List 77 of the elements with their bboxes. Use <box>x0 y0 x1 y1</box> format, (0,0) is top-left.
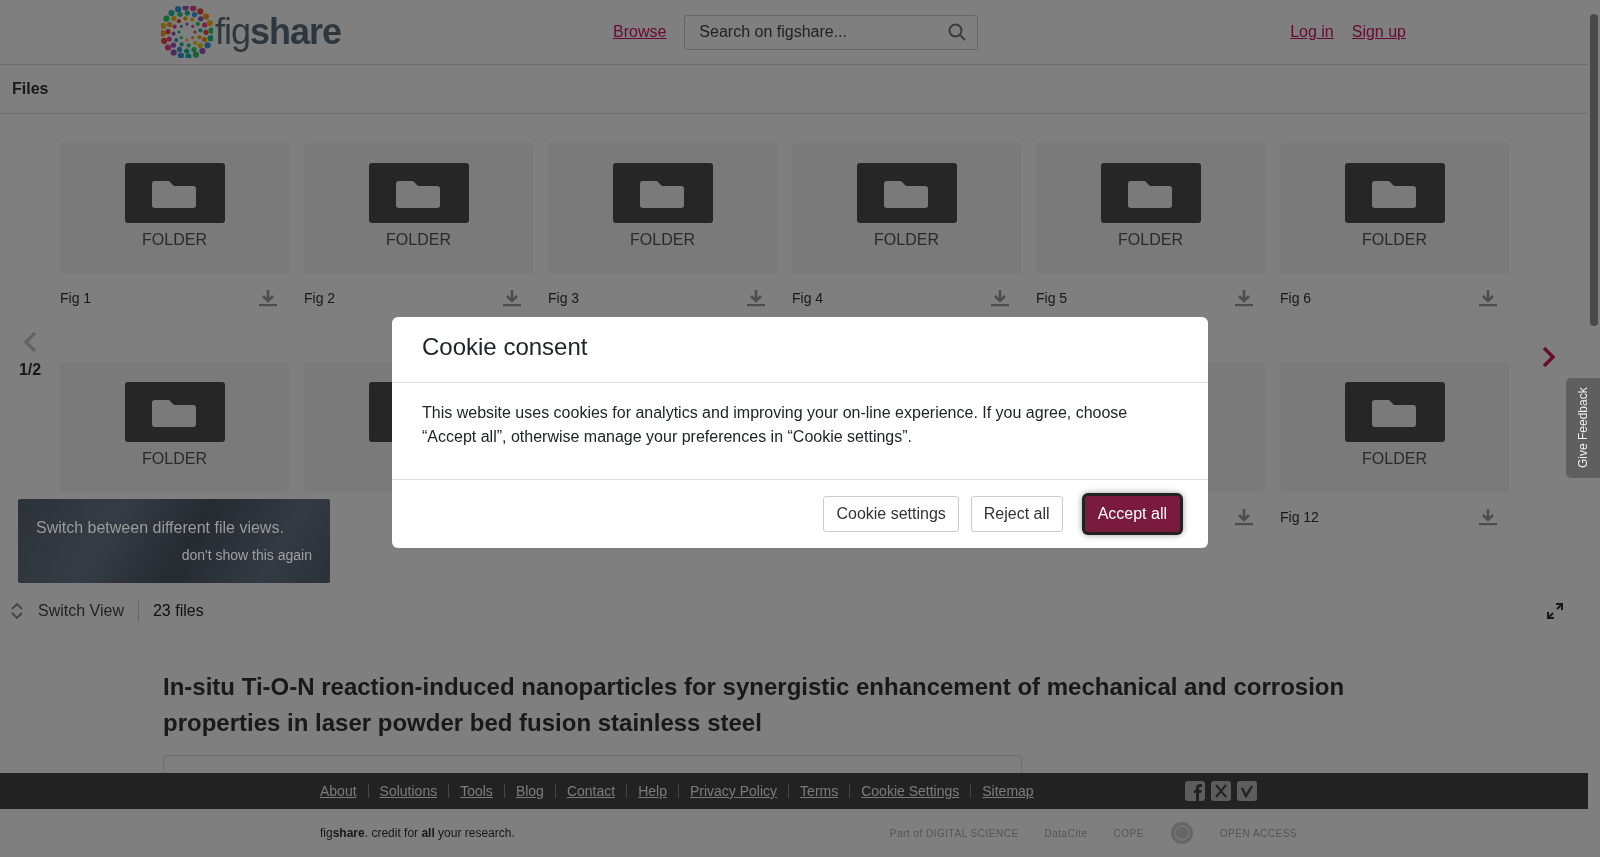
footer-link[interactable]: Contact <box>554 784 627 798</box>
dialog-button[interactable]: Accept all <box>1084 496 1180 532</box>
file-type-label: FOLDER <box>142 231 207 249</box>
download-icon[interactable] <box>1479 289 1497 307</box>
folder-tile[interactable]: FOLDER <box>548 143 777 274</box>
folder-icon <box>124 163 225 223</box>
folder-tile[interactable]: FOLDER <box>60 143 289 274</box>
file-name: Fig 3 <box>548 290 580 306</box>
social-icon[interactable] <box>1184 781 1205 801</box>
expand-icon[interactable] <box>1547 603 1563 619</box>
footer-link[interactable]: Privacy Policy <box>677 784 789 798</box>
folder-icon <box>856 163 957 223</box>
feedback-tab[interactable]: Give Feedback <box>1566 378 1600 478</box>
folder-icon <box>1344 382 1445 442</box>
file-name: Fig 2 <box>304 290 336 306</box>
file-type-label: FOLDER <box>142 450 207 468</box>
auth-link[interactable]: Sign up <box>1351 23 1406 41</box>
folder-tile[interactable]: FOLDER <box>304 143 533 274</box>
footer-link[interactable]: Sitemap <box>970 784 1045 798</box>
file-type-label: FOLDER <box>874 231 939 249</box>
seal-icon[interactable] <box>1169 821 1194 845</box>
social-icon[interactable] <box>1236 781 1257 801</box>
folder-icon <box>368 163 469 223</box>
folder-tile[interactable]: FOLDER <box>792 143 1021 274</box>
logo-wordmark[interactable]: figshare <box>215 12 342 52</box>
file-name: Fig 5 <box>1036 290 1068 306</box>
folder-icon <box>612 163 713 223</box>
tooltip-text: Switch between different file views. <box>36 519 285 537</box>
folder-icon <box>124 382 225 442</box>
switch-view-button[interactable]: Switch View <box>10 600 139 622</box>
folder-tile[interactable]: FOLDER <box>1280 143 1509 274</box>
file-type-label: FOLDER <box>630 231 695 249</box>
search-field[interactable]: Search on figshare... <box>684 14 979 50</box>
folder-tile[interactable]: FOLDER <box>60 362 289 493</box>
folder-tile[interactable]: FOLDER <box>1036 143 1265 274</box>
chevron-up-down-icon <box>10 602 24 620</box>
page-indicator: 1/2 <box>18 361 42 379</box>
footer-link[interactable]: Tools <box>448 784 504 798</box>
file-type-label: FOLDER <box>1118 231 1183 249</box>
section-title: Files <box>12 80 49 98</box>
spiral-logo-icon <box>161 6 213 58</box>
browse-link[interactable]: Browse <box>613 23 667 41</box>
dialog-button[interactable]: Reject all <box>970 496 1063 532</box>
file-name: Fig 6 <box>1280 290 1312 306</box>
scrollbar-thumb[interactable] <box>1590 14 1598 326</box>
file-name: Fig 4 <box>792 290 824 306</box>
file-type-label: FOLDER <box>1362 450 1427 468</box>
download-icon[interactable] <box>1479 508 1497 526</box>
download-icon[interactable] <box>503 289 521 307</box>
footer-link[interactable]: Blog <box>503 784 555 798</box>
tagline: figshare. credit for all your research. <box>320 826 515 840</box>
auth-link[interactable]: Log in <box>1290 23 1334 41</box>
file-name: Fig 1 <box>60 290 92 306</box>
footer-link[interactable]: Solutions <box>367 784 449 798</box>
footer-link[interactable]: Help <box>626 784 678 798</box>
download-icon[interactable] <box>1235 508 1253 526</box>
dialog-button[interactable]: Cookie settings <box>823 496 959 532</box>
folder-tile[interactable]: FOLDER <box>1280 362 1509 493</box>
dialog-message: This website uses cookies for analytics and improving your on-line experience. If you agree, choose “Accept all”, otherwise manage your preferences in “Cookie settings”. <box>422 403 1129 447</box>
article-title: In-situ Ti-O-N reaction-induced nanoparticles for synergistic enhancement of mechanical and corrosion properties in laser powder bed fusion stainless steel <box>163 672 1346 738</box>
dialog-title: Cookie consent <box>422 332 589 362</box>
folder-icon <box>1100 163 1201 223</box>
folder-icon <box>1344 163 1445 223</box>
social-icon[interactable] <box>1210 781 1231 801</box>
search-icon[interactable] <box>948 22 967 41</box>
file-count: 23 files <box>151 602 204 620</box>
footer-link[interactable]: Terms <box>788 784 850 798</box>
file-name: Fig 12 <box>1280 509 1319 525</box>
footer-link[interactable]: About <box>320 784 368 798</box>
download-icon[interactable] <box>747 289 765 307</box>
footer-link[interactable]: Cookie Settings <box>849 784 971 798</box>
download-icon[interactable] <box>991 289 1009 307</box>
download-icon[interactable] <box>1235 289 1253 307</box>
dismiss-link[interactable]: don't show this again <box>181 547 312 563</box>
file-type-label: FOLDER <box>1362 231 1427 249</box>
download-icon[interactable] <box>259 289 277 307</box>
file-type-label: FOLDER <box>386 231 451 249</box>
